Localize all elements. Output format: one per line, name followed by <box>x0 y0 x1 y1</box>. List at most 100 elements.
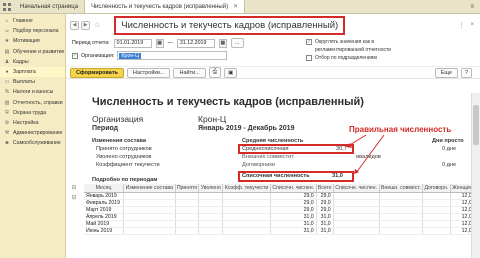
generate-button[interactable]: Сформировать <box>70 67 124 78</box>
table-cell <box>123 199 176 207</box>
report-org-value: Крон-Ц <box>198 114 227 124</box>
table-cell: 29,0 <box>270 206 317 214</box>
org-value: Крон-Ц <box>119 52 142 59</box>
collapse-minus-icon-2[interactable]: ⊟ <box>66 193 82 203</box>
table-cell <box>198 192 224 200</box>
collapse-minus-icon[interactable]: ⊟ <box>66 183 82 193</box>
wallet-icon: ▭ <box>4 79 10 86</box>
sidebar-item-label: Отчетность, справки <box>13 99 63 106</box>
report-scrollbar[interactable] <box>471 93 480 258</box>
sidebar-item[interactable]: ♟ Кадры <box>0 57 65 67</box>
sidebar-item[interactable]: ⌂ Главное <box>0 16 65 26</box>
save-icon[interactable]: ▣ <box>224 67 238 78</box>
sidebar-item[interactable]: ☻ Самообслуживание <box>0 138 65 148</box>
ext-part-label: Внешних совместит. <box>242 154 295 160</box>
star-icon: ★ <box>4 38 10 45</box>
table-cell: 29,0 <box>270 199 317 207</box>
sidebar-item[interactable]: ▭ Выплаты <box>0 77 65 87</box>
table-cell: 31,0 <box>270 227 317 235</box>
round-checkbox[interactable]: ✓ <box>306 39 312 45</box>
table-cell <box>175 192 200 200</box>
close-form-icon[interactable]: × <box>470 22 474 29</box>
gear-icon: ⚙ <box>4 119 10 126</box>
sidebar-item[interactable]: % Налоги и взносы <box>0 87 65 97</box>
sidebar-item[interactable]: ⚙ Настройка <box>0 118 65 128</box>
form-titlebar: ◀ ▶ ☆ Численность и текучесть кадров (ис… <box>66 14 480 36</box>
tab-bar: Начальная страница Численность и текучес… <box>0 0 480 14</box>
org-input[interactable]: Крон-Ц <box>117 51 228 60</box>
tab-report[interactable]: Численность и текучесть кадров (исправле… <box>85 0 246 13</box>
scrollbar-thumb[interactable] <box>473 105 479 145</box>
table-header: Коэфф. текучести <box>222 184 271 193</box>
sidebar-item[interactable]: ▥ Отчетность, справки <box>0 98 65 108</box>
table-row: Июнь 2019 31,0 31,0 12,0 <box>84 227 480 235</box>
round-label-2: регламентированной отчетности <box>315 47 392 53</box>
help-icon[interactable]: ? <box>460 67 472 78</box>
table-cell <box>123 206 176 214</box>
print-icon[interactable]: ⎙ <box>208 67 222 78</box>
date-to-input[interactable]: 31.12.2019 <box>176 38 215 48</box>
table-cell <box>222 192 271 200</box>
report-org-label: Организация <box>92 114 144 124</box>
close-tab-icon[interactable]: ✕ <box>233 3 238 10</box>
table-header: Уволено <box>198 184 224 193</box>
table-cell <box>422 206 451 214</box>
table-cell <box>333 213 380 221</box>
sidebar-item[interactable]: ▤ Обучение и развитие <box>0 47 65 57</box>
book-icon: ▤ <box>4 48 10 55</box>
table-cell <box>123 192 176 200</box>
sidebar-item[interactable]: ● Зарплата <box>0 66 65 78</box>
table-cell <box>123 213 176 221</box>
calendar-from-icon[interactable]: ▦ <box>155 38 164 48</box>
table-cell: 29,0 <box>270 192 317 200</box>
table-cell <box>198 199 224 207</box>
sidebar-item-label: Кадры <box>13 58 29 65</box>
more-menu-icon[interactable]: ⋮ <box>458 22 464 29</box>
sidebar-item-label: Мотивация <box>13 38 40 45</box>
table-cell <box>123 220 176 228</box>
table-cell: Февраль 2019 <box>84 199 124 207</box>
table-cell <box>222 220 271 228</box>
sidebar-item[interactable]: ⛨ Охрана труда <box>0 108 65 118</box>
menu-icon[interactable]: ≡ <box>470 4 474 10</box>
sidebar: ⌂ Главное ☺ Подбор персонала ★ Мотивация ▤ Обуч… <box>0 14 66 258</box>
list-count-value: 31,0 <box>332 173 343 179</box>
table-header: Принято <box>175 184 200 193</box>
settings-button[interactable]: Настройки... <box>126 67 171 78</box>
main-panel: ◀ ▶ ☆ Численность и текучесть кадров (ис… <box>66 14 480 258</box>
sidebar-item[interactable]: ⚒ Администрирование <box>0 128 65 138</box>
table-cell <box>175 227 200 235</box>
org-checkbox[interactable]: ✓ <box>72 52 78 59</box>
period-select-button[interactable]: ... <box>230 38 244 48</box>
round-label: Округлять значения как в <box>315 39 374 45</box>
table-cell <box>379 192 424 200</box>
forward-arrow-icon[interactable]: ▶ <box>81 20 90 30</box>
back-arrow-icon[interactable]: ◀ <box>70 20 79 30</box>
table-cell <box>333 227 380 235</box>
tab-report-label: Численность и текучесть кадров (исправле… <box>91 3 229 10</box>
table-header: Всего <box>316 184 334 193</box>
table-cell <box>222 206 271 214</box>
table-cell: 31,0 <box>316 227 334 235</box>
sidebar-item[interactable]: ★ Мотивация <box>0 36 65 46</box>
home-icon: ⌂ <box>5 18 9 25</box>
date-from-input[interactable]: 01.01.2019 <box>113 38 152 48</box>
grid-icon[interactable] <box>0 0 14 13</box>
coins-icon: ● <box>5 69 9 76</box>
table-cell <box>222 227 271 235</box>
turnover-label: Коэффициент текучести <box>96 162 160 168</box>
workdays-heading: Дни просто <box>432 138 464 144</box>
table-cell <box>123 227 176 235</box>
favorite-star-icon[interactable]: ☆ <box>94 21 100 29</box>
table-cell <box>422 227 451 235</box>
row-group-gutter: ⊟ ⊟ <box>66 183 82 258</box>
table-cell <box>379 206 424 214</box>
sidebar-item-label: Администрирование <box>13 130 63 137</box>
calendar-to-icon[interactable]: ▦ <box>218 38 227 48</box>
sidebar-item[interactable]: ☺ Подбор персонала <box>0 26 65 36</box>
table-cell <box>198 213 224 221</box>
dept-filter-checkbox[interactable] <box>306 55 312 61</box>
more-button[interactable]: Еще <box>434 67 458 78</box>
find-button[interactable]: Найти... <box>173 67 206 78</box>
tab-home[interactable]: Начальная страница <box>14 0 86 13</box>
